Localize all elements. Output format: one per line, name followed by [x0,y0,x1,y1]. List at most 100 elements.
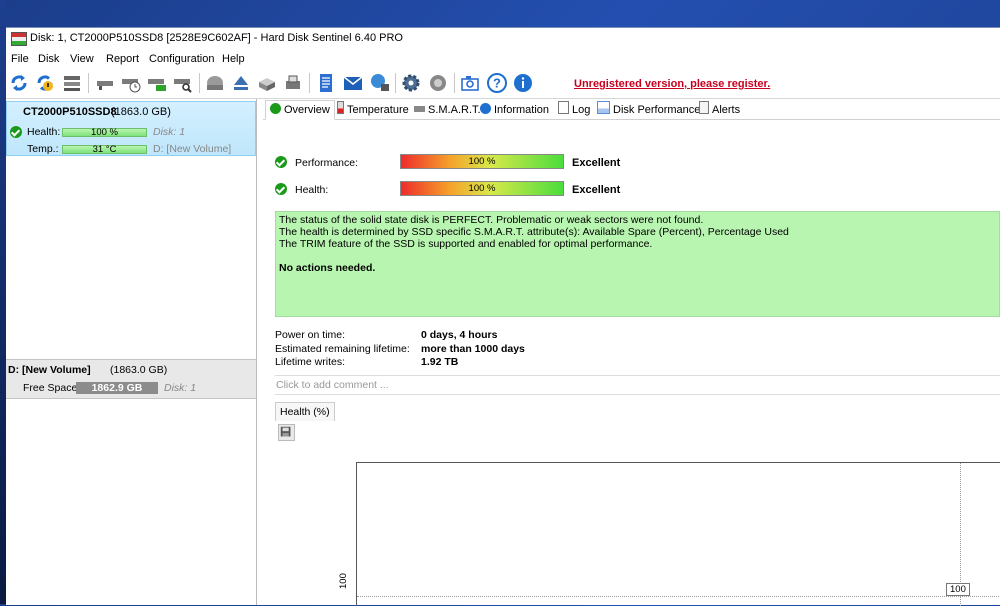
menu-configuration[interactable]: Configuration [149,53,214,65]
disk-check-icon[interactable] [146,72,168,94]
volume-size: (1863.0 GB) [110,364,168,376]
eject-icon[interactable] [230,72,252,94]
temp-bar: 31 °C [62,145,147,154]
health-label: Health: [27,126,61,138]
tab-alerts-label: Alerts [712,104,741,116]
tab-log-label: Log [572,104,591,116]
tab-overview-label: Overview [284,104,330,116]
lifetime-writes-value: 1.92 TB [421,356,459,368]
status-action: No actions needed. [279,262,376,274]
disk-list-icon[interactable] [61,72,83,94]
status-message-box: The status of the solid state disk is PE… [275,211,1000,317]
save-chart-button[interactable] [278,424,295,441]
tab-log[interactable]: Log [558,101,590,119]
alert-icon [699,101,709,114]
health-meter: 100 % [400,181,564,196]
drive-print-icon[interactable] [282,72,304,94]
toolbar-separator [88,73,89,93]
toolbar-separator [309,73,310,93]
free-space-bar: 1862.9 GB [76,382,158,394]
performance-verdict: Excellent [572,157,621,169]
volume-disk-ref: Disk: 1 [164,382,197,394]
tab-overview[interactable]: Overview [265,100,335,120]
check-icon [270,103,281,114]
screenshot-camera-icon[interactable] [459,72,481,94]
status-line: The TRIM feature of the SSD is supported… [279,238,653,250]
sound-icon[interactable] [427,72,449,94]
performance-label: Performance: [295,157,359,169]
log-icon [558,101,569,114]
disk-status-icon[interactable] [94,72,116,94]
tab-alerts[interactable]: Alerts [699,101,740,119]
title-bar[interactable]: Disk: 1, CT2000P510SSD8 [2528E9C602AF] -… [6,28,1000,50]
status-line: The health is determined by SSD specific… [279,226,789,238]
remaining-lifetime-label: Estimated remaining lifetime: [275,343,410,355]
health-disk-ref: Disk: 1 [153,126,186,138]
tab-information-label: Information [494,104,550,116]
tab-smart[interactable]: S.M.A.R.T. [414,101,481,119]
tab-health-chart[interactable]: Health (%) [275,402,335,421]
details-pane: Overview Temperature S.M.A.R.T. Informat… [263,99,1000,606]
info-icon [480,103,491,114]
menu-disk[interactable]: Disk [38,53,59,65]
help-icon[interactable]: ? [486,72,508,94]
report-icon[interactable] [315,72,337,94]
refresh-icon[interactable] [8,72,30,94]
save-icon [280,426,291,437]
toolbar-separator [199,73,200,93]
toolbar-separator [395,73,396,93]
toolbar: ? Unregistered version, please register. [6,68,1000,99]
disk-search-icon[interactable] [172,72,194,94]
performance-meter: 100 % [400,154,564,169]
menu-file[interactable]: File [11,53,29,65]
power-on-label: Power on time: [275,329,346,341]
settings-gear-icon[interactable] [400,72,422,94]
free-space-label: Free Space [23,382,78,394]
y-tick-label: 100 [338,573,349,589]
svg-text:?: ? [493,76,501,91]
hdd-gray-icon[interactable] [204,72,226,94]
disk-item[interactable]: CT2000P510SSD8 (1863.0 GB) Health: 100 %… [6,101,256,156]
tab-temperature[interactable]: Temperature [337,101,409,119]
volume-item[interactable]: D: [New Volume] (1863.0 GB) Free Space 1… [6,359,256,399]
chart-icon [597,101,610,114]
drive-3d-icon[interactable] [256,72,278,94]
menu-view[interactable]: View [70,53,94,65]
app-window: Disk: 1, CT2000P510SSD8 [2528E9C602AF] -… [6,27,1000,606]
app-logo-icon [11,32,27,46]
chart-grid-horizontal [357,596,1000,597]
tab-disk-performance[interactable]: Disk Performance [597,101,700,119]
tab-disk-performance-label: Disk Performance [613,104,701,116]
status-line: The status of the solid state disk is PE… [279,214,704,226]
comment-field[interactable]: Click to add comment ... [275,375,1000,395]
performance-ok-icon [275,156,287,168]
data-point-label: 100 [946,583,970,596]
smart-icon [414,106,425,112]
tab-bar: Overview Temperature S.M.A.R.T. Informat… [263,99,1000,120]
unregistered-link[interactable]: Unregistered version, please register. [574,78,770,90]
power-on-value: 0 days, 4 hours [421,329,498,341]
tab-smart-label: S.M.A.R.T. [428,104,481,116]
health-ok-icon [275,183,287,195]
disk-name: CT2000P510SSD8 [23,106,117,118]
menu-report[interactable]: Report [106,53,139,65]
disk-timer-icon[interactable] [120,72,142,94]
tab-information[interactable]: Information [480,101,549,119]
window-title: Disk: 1, CT2000P510SSD8 [2528E9C602AF] -… [30,32,403,44]
lifetime-writes-label: Lifetime writes: [275,356,346,368]
remaining-lifetime-value: more than 1000 days [421,343,525,355]
thermometer-icon [337,101,344,114]
tab-temperature-label: Temperature [347,104,409,116]
info-icon[interactable] [512,72,534,94]
menu-help[interactable]: Help [222,53,245,65]
health-ok-icon [10,126,22,138]
health-verdict: Excellent [572,184,621,196]
volume-name: D: [New Volume] [8,364,91,376]
disk-size: (1863.0 GB) [111,106,171,118]
health-bar: 100 % [62,128,147,137]
mail-icon[interactable] [342,72,364,94]
network-icon[interactable] [369,72,391,94]
health-chart-plot [356,462,1000,606]
temp-label: Temp.: [27,143,59,155]
refresh-warning-icon[interactable] [34,72,56,94]
